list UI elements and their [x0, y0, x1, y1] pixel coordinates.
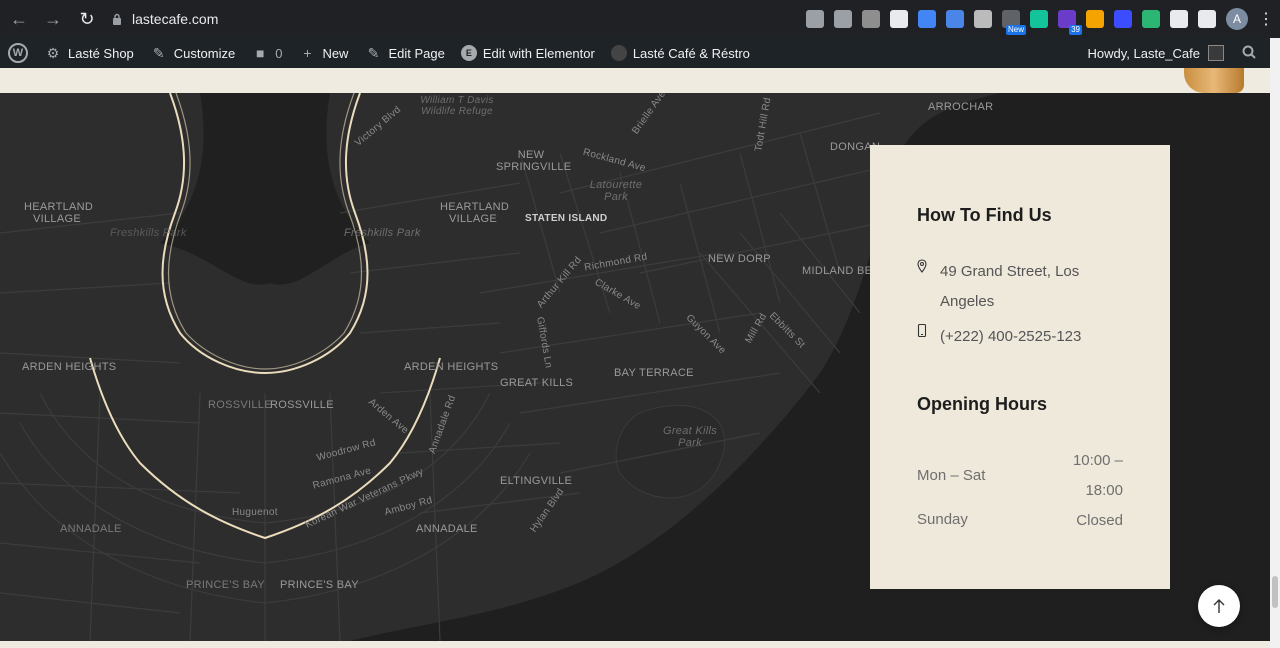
share-icon[interactable]	[806, 10, 824, 28]
globe-icon[interactable]	[890, 10, 908, 28]
phone-icon	[917, 323, 927, 338]
map-label-eltingville: ELTINGVILLE	[500, 475, 573, 487]
admin-edit-page-link[interactable]: ✎ Edit Page	[356, 38, 452, 68]
admin-shop-link[interactable]: ⚙ Lasté Shop	[36, 38, 142, 68]
scrollbar-thumb[interactable]	[1272, 576, 1278, 608]
forward-icon[interactable]: →	[38, 4, 68, 34]
address-bar[interactable]: lastecafe.com	[110, 5, 218, 33]
map-label-great-kills: GREAT KILLS	[500, 377, 574, 389]
hours-row-mon-sat: Mon – Sat 10:00 – 18:00	[917, 446, 1123, 506]
profile-avatar[interactable]: A	[1226, 8, 1248, 30]
map-label-freshkills-left: Freshkills Park	[110, 227, 187, 239]
hours-row-sunday: Sunday Closed	[917, 511, 1123, 531]
map-label-arden: ARDEN HEIGHTS	[404, 361, 499, 373]
admin-new-label: New	[322, 45, 349, 61]
map-label-annadale: ANNADALE	[416, 523, 478, 535]
dashboard-icon: ⚙	[46, 44, 60, 61]
admin-elementor-link[interactable]: E Edit with Elementor	[453, 38, 603, 68]
pencil-icon: ✎	[367, 44, 380, 61]
address-row: 49 Grand Street, Los Angeles	[917, 257, 1100, 317]
map-label-latourette: Latourette Park	[589, 179, 643, 203]
new-ext-icon[interactable]: New	[1002, 10, 1026, 35]
map-label-new-dorp: NEW DORP	[708, 253, 771, 265]
sidebar-icon[interactable]	[1198, 10, 1216, 28]
map-label-heartland-left: HEARTLAND VILLAGE	[24, 201, 94, 225]
hours-time: Closed	[1076, 512, 1123, 529]
admin-new-link[interactable]: + New	[290, 38, 356, 68]
camera-icon[interactable]	[974, 10, 992, 28]
url-text: lastecafe.com	[132, 11, 219, 27]
map-label-freshkills: Freshkills Park	[344, 227, 421, 239]
translate-icon[interactable]	[946, 10, 964, 28]
map-label-huguenot: Huguenot	[232, 507, 278, 518]
extensions-area: New 39 A ⋮	[806, 6, 1274, 35]
address-text: 49 Grand Street, Los Angeles	[940, 263, 1080, 310]
star-icon[interactable]	[834, 10, 852, 28]
grammarly-icon[interactable]	[1030, 10, 1048, 28]
admin-elementor-label: Edit with Elementor	[482, 45, 595, 61]
page-top-strip	[0, 68, 1270, 93]
decorative-bread-image	[1184, 68, 1244, 93]
page-scrollbar[interactable]	[1270, 38, 1280, 648]
map-pin-icon	[917, 259, 927, 273]
page-bottom-strip	[0, 641, 1270, 648]
wordpress-icon: W	[8, 43, 28, 63]
map-label-rossville-left: ROSSVILLE	[208, 399, 272, 411]
browser-toolbar: ← → ↻ lastecafe.com New 39 A ⋮	[0, 0, 1280, 38]
admin-site-link[interactable]: Lasté Café & Réstro	[603, 38, 758, 68]
admin-customize-link[interactable]: ✎ Customize	[142, 38, 243, 68]
map-label-princes-bay: PRINCE'S BAY	[280, 579, 359, 591]
admin-site-label: Lasté Café & Réstro	[632, 45, 750, 61]
howdy-user[interactable]: Howdy, Laste_Cafe	[1088, 46, 1201, 61]
map-label-rossville: ROSSVILLE	[270, 399, 334, 411]
color-ext-icon[interactable]	[1142, 10, 1160, 28]
menu-kebab-icon[interactable]: ⋮	[1258, 9, 1274, 29]
bolt-ext-icon[interactable]	[1086, 10, 1104, 28]
counter-ext-icon[interactable]: 39	[1058, 10, 1082, 35]
admin-comments-count: 0	[275, 45, 283, 61]
user-avatar[interactable]	[1208, 45, 1224, 61]
wp-admin-bar: W ⚙ Lasté Shop ✎ Customize ■ 0 + New ✎ Edit P…	[0, 38, 1270, 68]
lock-icon	[110, 12, 124, 26]
phone-row: (+222) 400-2525-123	[917, 322, 1100, 352]
phone-text[interactable]: (+222) 400-2525-123	[940, 322, 1100, 352]
admin-shop-label: Lasté Shop	[68, 45, 134, 61]
admin-comments-link[interactable]: ■ 0	[243, 38, 290, 68]
recycle-icon[interactable]	[862, 10, 880, 28]
elementor-icon: E	[460, 45, 477, 61]
screen-record-icon[interactable]	[1114, 10, 1132, 28]
docs-icon[interactable]	[918, 10, 936, 28]
location-info-card: How To Find Us 49 Grand Street, Los Ange…	[870, 145, 1170, 589]
hours-time: 10:00 – 18:00	[1072, 452, 1123, 499]
comment-icon: ■	[255, 45, 265, 61]
map-label-heartland: HEARTLAND VILLAGE	[440, 201, 510, 225]
scroll-to-top-button[interactable]	[1198, 585, 1240, 627]
admin-customize-label: Customize	[173, 45, 236, 61]
hours-day: Sunday	[917, 511, 968, 528]
opening-hours-title: Opening Hours	[917, 394, 1047, 414]
back-icon[interactable]: ←	[4, 4, 34, 34]
puzzle-icon[interactable]	[1170, 10, 1188, 28]
map-label-great-kills-park: Great Kills Park	[662, 425, 718, 449]
site-logo-icon	[610, 45, 627, 61]
reload-icon[interactable]: ↻	[72, 4, 102, 34]
brush-icon: ✎	[152, 44, 165, 61]
arrow-up-icon	[1213, 599, 1225, 613]
map-label-arden-left: ARDEN HEIGHTS	[22, 361, 117, 373]
plus-icon: +	[303, 45, 312, 61]
map-label-davis: William T Davis Wildlife Refuge	[420, 95, 494, 117]
map-label-annadale-left: ANNADALE	[60, 523, 122, 535]
map-label-princes-bay-left: PRINCE'S BAY	[186, 579, 265, 591]
map-label-arrochar: ARROCHAR	[928, 101, 994, 113]
admin-edit-page-label: Edit Page	[388, 45, 445, 61]
search-icon[interactable]	[1242, 45, 1256, 62]
hours-day: Mon – Sat	[917, 467, 986, 484]
find-us-title: How To Find Us	[917, 205, 1052, 225]
map-label-bay-terrace: BAY TERRACE	[614, 367, 694, 379]
map-label-new-springville: NEW SPRINGVILLE	[496, 149, 572, 173]
wp-logo-menu[interactable]: W	[0, 38, 36, 68]
map-label-staten-island: STATEN ISLAND	[525, 213, 608, 224]
